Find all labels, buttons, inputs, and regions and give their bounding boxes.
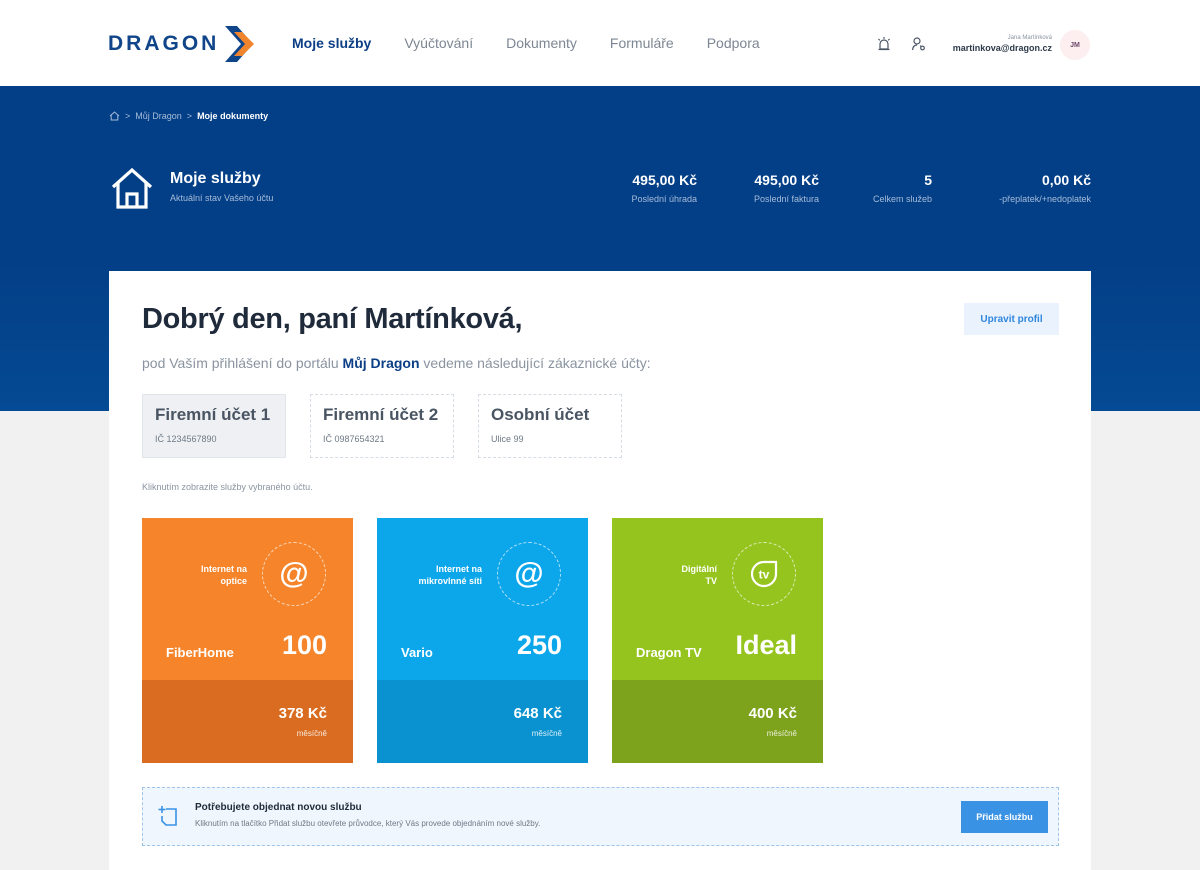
tile-category-line-2: optice [220,576,247,586]
add-service-button[interactable]: Přidat službu [961,801,1048,833]
new-service-title: Potřebujete objednat novou službu [195,802,362,813]
avatar[interactable]: JM [1060,30,1090,60]
new-service-description: Kliknutím na tlačítko Přidat službu otev… [195,819,541,828]
account-firemni-1[interactable]: Firemní účet 1 IČ 1234567890 [142,394,286,458]
accounts-intro: pod Vaším přihlášení do portálu Můj Drag… [142,355,651,371]
portal-name: Můj Dragon [342,355,420,371]
hero-title: Moje služby [170,170,261,187]
dragon-logo[interactable]: DRAGON [108,24,261,64]
user-key-icon[interactable] [911,36,927,52]
service-tile-fiberhome[interactable]: Internet na optice @ FiberHome 100 378 Kč… [142,518,353,763]
tile-price: 648 Kč [513,705,562,722]
breadcrumb-item-muj-dragon[interactable]: Můj Dragon [135,111,182,121]
accounts-intro-text: pod Vaším přihlášení do portálu [142,355,343,371]
home-icon[interactable] [109,111,120,121]
nav-dokumenty[interactable]: Dokumenty [506,35,577,51]
breadcrumb: > Můj Dragon > Moje dokumenty [109,111,268,121]
user-info[interactable]: Jana Martínková martinkova@dragon.cz [953,34,1052,54]
tile-category: Internet na optice [201,563,247,587]
hero-title-box: Moje služby Aktuální stav Vašeho účtu [110,166,273,210]
tile-category-line-1: Internet na [200,564,247,574]
tile-category: Digitální TV [682,563,718,587]
breadcrumb-separator: > [125,111,131,121]
greeting-heading: Dobrý den, paní Martínková, [142,303,523,335]
tile-category-line-1: Internet na [435,564,482,574]
user-name: Jana Martínková [1007,35,1052,41]
tile-product-value: Ideal [735,630,797,660]
stat-label: Celkem služeb [872,194,932,204]
tile-icon-circle: tv [732,542,796,606]
accounts-hint: Kliknutím zobrazite služby vybraného účt… [142,482,313,492]
breadcrumb-separator: > [186,111,193,121]
service-tiles: Internet na optice @ FiberHome 100 378 Kč… [142,518,847,763]
service-tile-vario[interactable]: Internet na mikrovlnné síti @ Vario 250 6… [377,518,588,763]
account-detail: Ulice 99 [491,434,524,444]
tile-product-name: Vario [401,645,433,660]
tile-product-value: 250 [516,630,562,660]
new-service-icon [158,806,177,826]
edit-profile-button[interactable]: Upravit profil [964,303,1059,335]
hero-subtitle: Aktuální stav Vašeho účtu [170,193,274,203]
account-firemni-2[interactable]: Firemní účet 2 IČ 0987654321 [310,394,454,458]
stat-last-payment: 495,00 Kč Poslední úhrada [631,172,697,204]
tile-category-line-2: mikrovlnné síti [418,576,482,586]
account-list: Firemní účet 1 IČ 1234567890 Firemní úče… [142,394,646,458]
account-detail: IČ 0987654321 [323,434,385,444]
nav-formulare[interactable]: Formuláře [610,35,674,51]
stat-value: 5 [924,172,932,188]
tv-icon: tv [750,560,778,588]
stat-label: Poslední úhrada [631,194,697,204]
nav-vyuctovani[interactable]: Vyúčtování [404,35,473,51]
account-detail: IČ 1234567890 [155,434,217,444]
service-tile-dragon-tv[interactable]: Digitální TV tv Dragon TV Ideal 400 Kč mě… [612,518,823,763]
stat-label: Poslední faktura [753,194,819,204]
alarm-icon[interactable] [876,36,892,52]
stat-total-services: 5 Celkem služeb [873,172,932,204]
stat-value: 495,00 Kč [632,172,697,188]
account-osobni[interactable]: Osobní účet Ulice 99 [478,394,622,458]
accounts-intro-text-end: vedeme následující zákaznické účty: [419,355,651,371]
tile-icon-circle: @ [497,542,561,606]
stat-balance: 0,00 Kč -přeplatek/+nedoplatek [999,172,1091,204]
tile-price-period: měsíčně [766,729,797,738]
tile-price: 378 Kč [278,705,327,722]
tile-price: 400 Kč [748,705,797,722]
tile-product-name: FiberHome [166,645,234,660]
tile-category: Internet na mikrovlnné síti [418,563,482,587]
breadcrumb-item-current: Moje dokumenty [197,111,269,121]
tile-category-line-1: Digitální [681,564,718,574]
stat-label: -přeplatek/+nedoplatek [999,194,1091,204]
stat-value: 0,00 Kč [1041,172,1091,188]
stat-value: 495,00 Kč [754,172,819,188]
top-header: DRAGON Moje služby Vyúčtování Dokumenty … [0,0,1200,86]
tile-category-line-2: TV [705,576,717,586]
at-icon: @ [279,557,309,590]
tile-icon-circle: @ [262,542,326,606]
logo-chevron-icon [225,26,255,62]
tile-price-period: měsíčně [531,729,562,738]
account-name: Osobní účet [491,405,590,424]
tv-icon-label: tv [759,568,770,582]
stat-last-invoice: 495,00 Kč Poslední faktura [754,172,819,204]
nav-moje-sluzby[interactable]: Moje služby [292,35,371,51]
nav-podpora[interactable]: Podpora [707,35,760,51]
main-nav: Moje služby Vyúčtování Dokumenty Formulá… [292,0,793,86]
house-icon [111,167,153,209]
account-name: Firemní účet 2 [323,405,439,424]
new-service-banner: Potřebujete objednat novou službu Kliknu… [142,787,1059,846]
tile-product-value: 100 [281,630,327,660]
user-email: martinkova@dragon.cz [952,43,1052,53]
account-name: Firemní účet 1 [155,405,271,424]
logo-text: DRAGON [108,32,220,55]
tile-price-period: měsíčně [296,729,327,738]
main-card: Dobrý den, paní Martínková, Upravit prof… [109,271,1091,870]
tile-product-name: Dragon TV [636,645,702,660]
at-icon: @ [514,557,544,590]
